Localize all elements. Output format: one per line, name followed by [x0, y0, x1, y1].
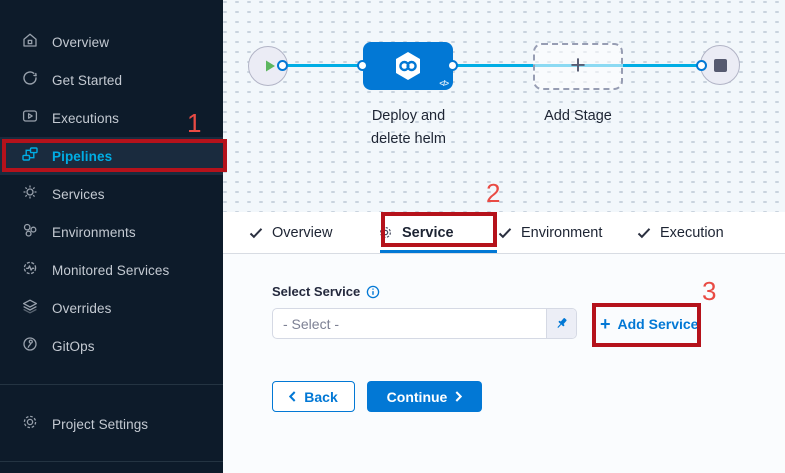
sidebar-item-label: Executions — [52, 111, 119, 126]
cd-hexagon-icon — [391, 49, 425, 83]
code-icon: </> — [439, 79, 448, 88]
sidebar-divider — [0, 461, 223, 462]
add-stage-label: Add Stage — [533, 105, 623, 128]
sidebar-divider — [0, 384, 223, 385]
stage-config-tabbar: Overview Service Environment Execution — [223, 212, 785, 254]
app-window: Overview Get Started Executions — [0, 0, 785, 473]
sidebar-item-gitops[interactable]: GitOps — [0, 327, 223, 365]
select-service-dropdown — [272, 308, 577, 339]
tab-label: Service — [402, 225, 454, 241]
connector-dot — [357, 60, 368, 71]
stop-icon — [714, 59, 727, 72]
chevron-left-icon — [289, 391, 296, 402]
connector-dot — [696, 60, 707, 71]
tab-label: Overview — [272, 225, 332, 241]
plus-icon: + — [600, 315, 611, 333]
tab-execution[interactable]: Execution — [637, 212, 724, 253]
pipeline-canvas: </> Deploy and delete helm + Add Stage — [223, 0, 785, 212]
tab-service[interactable]: Service — [378, 212, 454, 253]
gear-icon — [378, 225, 393, 240]
monitored-services-icon — [21, 259, 39, 282]
tab-environment[interactable]: Environment — [498, 212, 602, 253]
check-icon — [498, 227, 512, 239]
sidebar-item-label: Overrides — [52, 301, 111, 316]
gitops-icon — [21, 335, 39, 358]
gear-icon — [21, 413, 39, 436]
environments-icon — [21, 221, 39, 244]
sidebar-item-label: GitOps — [52, 339, 95, 354]
play-icon — [263, 59, 277, 73]
pin-button[interactable] — [546, 309, 576, 338]
sidebar-item-label: Monitored Services — [52, 263, 169, 278]
active-tab-underline — [380, 250, 497, 253]
layers-icon — [21, 297, 39, 320]
back-label: Back — [304, 389, 337, 405]
connector-dot — [277, 60, 288, 71]
sidebar-item-pipelines[interactable]: Pipelines — [0, 137, 223, 175]
sidebar-item-label: Project Settings — [52, 417, 148, 432]
annotation-number-1: 1 — [187, 110, 201, 136]
back-button[interactable]: Back — [272, 381, 355, 412]
annotation-number-2: 2 — [486, 180, 500, 206]
tab-label: Execution — [660, 225, 724, 241]
continue-button[interactable]: Continue — [367, 381, 482, 412]
services-gear-icon — [21, 183, 39, 206]
add-service-button[interactable]: + Add Service — [600, 308, 698, 339]
plus-icon: + — [570, 52, 586, 79]
sidebar-item-services[interactable]: Services — [0, 175, 223, 213]
check-icon — [637, 227, 651, 239]
stage-label: Deploy and delete helm — [351, 105, 466, 151]
sidebar-item-label: Get Started — [52, 73, 122, 88]
info-icon[interactable] — [366, 285, 380, 299]
sidebar-item-label: Services — [52, 187, 105, 202]
pipeline-connector-line — [283, 64, 703, 67]
sidebar-item-label: Environments — [52, 225, 136, 240]
sidebar-item-label: Pipelines — [52, 149, 112, 164]
sidebar-item-label: Overview — [52, 35, 109, 50]
continue-label: Continue — [387, 389, 448, 405]
stage-deploy-and-delete-helm[interactable]: </> — [363, 42, 453, 90]
chevron-right-icon — [455, 391, 462, 402]
sidebar-item-get-started[interactable]: Get Started — [0, 61, 223, 99]
restart-icon — [21, 69, 39, 92]
sidebar-item-overview[interactable]: Overview — [0, 23, 223, 61]
select-service-input[interactable] — [273, 309, 546, 338]
annotation-number-3: 3 — [702, 278, 716, 304]
sidebar-item-project-settings[interactable]: Project Settings — [0, 405, 223, 443]
sidebar: Overview Get Started Executions — [0, 0, 223, 473]
connector-dot — [447, 60, 458, 71]
sidebar-item-overrides[interactable]: Overrides — [0, 289, 223, 327]
sidebar-item-monitored-services[interactable]: Monitored Services — [0, 251, 223, 289]
check-icon — [249, 227, 263, 239]
play-box-icon — [21, 107, 39, 130]
tab-label: Environment — [521, 225, 602, 241]
pipeline-icon — [21, 145, 39, 168]
sidebar-item-environments[interactable]: Environments — [0, 213, 223, 251]
add-service-label: Add Service — [618, 316, 699, 332]
tab-overview[interactable]: Overview — [249, 212, 332, 253]
service-tab-panel: Select Service — [223, 254, 785, 473]
home-icon — [21, 31, 39, 54]
add-stage-button[interactable]: + — [533, 43, 623, 90]
select-service-label: Select Service — [272, 284, 360, 299]
